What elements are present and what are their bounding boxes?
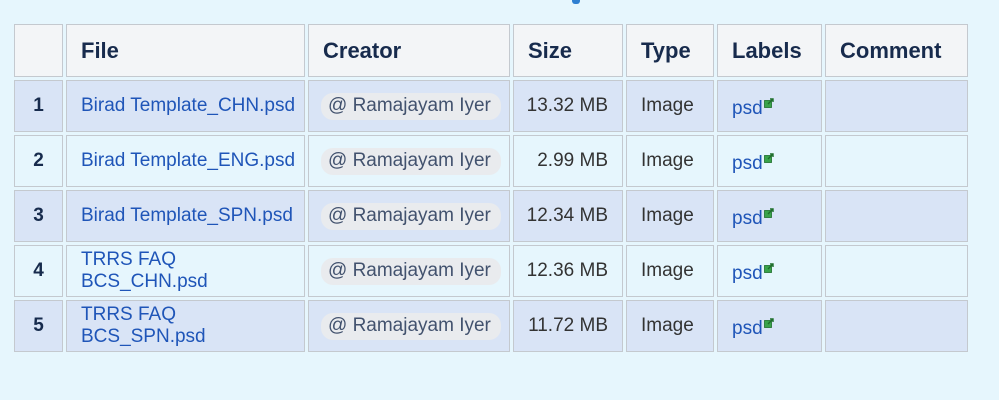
- creator-mention[interactable]: @ Ramajayam Iyer: [321, 257, 501, 285]
- attachments-table: File Creator Size Type Labels Comment 1 …: [11, 21, 971, 355]
- label-text: psd: [732, 208, 763, 229]
- creator-mention[interactable]: @ Ramajayam Iyer: [321, 147, 501, 175]
- file-type: Image: [626, 190, 714, 242]
- column-header-index: [14, 24, 63, 77]
- table-row: 3 Birad Template_SPN.psd @ Ramajayam Iye…: [14, 190, 968, 242]
- page-title-fragment: [572, 0, 580, 4]
- creator-mention[interactable]: @ Ramajayam Iyer: [321, 312, 501, 340]
- external-link-icon: [763, 98, 774, 108]
- label-link[interactable]: psd: [732, 318, 774, 339]
- label-link[interactable]: psd: [732, 98, 774, 119]
- file-link[interactable]: TRRS FAQ BCS_CHN.psd: [81, 249, 208, 292]
- file-size: 2.99 MB: [513, 135, 623, 187]
- table-row: 4 TRRS FAQ BCS_CHN.psd @ Ramajayam Iyer …: [14, 245, 968, 297]
- comment-cell[interactable]: [825, 300, 968, 352]
- label-text: psd: [732, 263, 763, 284]
- file-type: Image: [626, 80, 714, 132]
- external-link-icon: [763, 208, 774, 218]
- comment-cell[interactable]: [825, 245, 968, 297]
- file-size: 11.72 MB: [513, 300, 623, 352]
- file-link[interactable]: Birad Template_SPN.psd: [81, 205, 293, 226]
- file-link[interactable]: Birad Template_CHN.psd: [81, 95, 295, 116]
- column-header-labels[interactable]: Labels: [717, 24, 822, 77]
- table-header-row: File Creator Size Type Labels Comment: [14, 24, 968, 77]
- row-index: 5: [14, 300, 63, 352]
- column-header-comment[interactable]: Comment: [825, 24, 968, 77]
- row-index: 1: [14, 80, 63, 132]
- file-type: Image: [626, 300, 714, 352]
- label-text: psd: [732, 318, 763, 339]
- label-link[interactable]: psd: [732, 153, 774, 174]
- file-size: 13.32 MB: [513, 80, 623, 132]
- column-header-type[interactable]: Type: [626, 24, 714, 77]
- row-index: 2: [14, 135, 63, 187]
- row-index: 3: [14, 190, 63, 242]
- creator-mention[interactable]: @ Ramajayam Iyer: [321, 202, 501, 230]
- file-size: 12.34 MB: [513, 190, 623, 242]
- column-header-file[interactable]: File: [66, 24, 305, 77]
- creator-mention[interactable]: @ Ramajayam Iyer: [321, 92, 501, 120]
- row-index: 4: [14, 245, 63, 297]
- file-link[interactable]: Birad Template_ENG.psd: [81, 150, 295, 171]
- label-text: psd: [732, 153, 763, 174]
- external-link-icon: [763, 153, 774, 163]
- file-type: Image: [626, 135, 714, 187]
- comment-cell[interactable]: [825, 190, 968, 242]
- column-header-creator[interactable]: Creator: [308, 24, 510, 77]
- table-row: 1 Birad Template_CHN.psd @ Ramajayam Iye…: [14, 80, 968, 132]
- column-header-size[interactable]: Size: [513, 24, 623, 77]
- table-row: 5 TRRS FAQ BCS_SPN.psd @ Ramajayam Iyer …: [14, 300, 968, 352]
- file-link[interactable]: TRRS FAQ BCS_SPN.psd: [81, 304, 206, 347]
- file-type: Image: [626, 245, 714, 297]
- file-size: 12.36 MB: [513, 245, 623, 297]
- label-link[interactable]: psd: [732, 208, 774, 229]
- label-text: psd: [732, 98, 763, 119]
- external-link-icon: [763, 263, 774, 273]
- label-link[interactable]: psd: [732, 263, 774, 284]
- external-link-icon: [763, 318, 774, 328]
- table-row: 2 Birad Template_ENG.psd @ Ramajayam Iye…: [14, 135, 968, 187]
- comment-cell[interactable]: [825, 80, 968, 132]
- comment-cell[interactable]: [825, 135, 968, 187]
